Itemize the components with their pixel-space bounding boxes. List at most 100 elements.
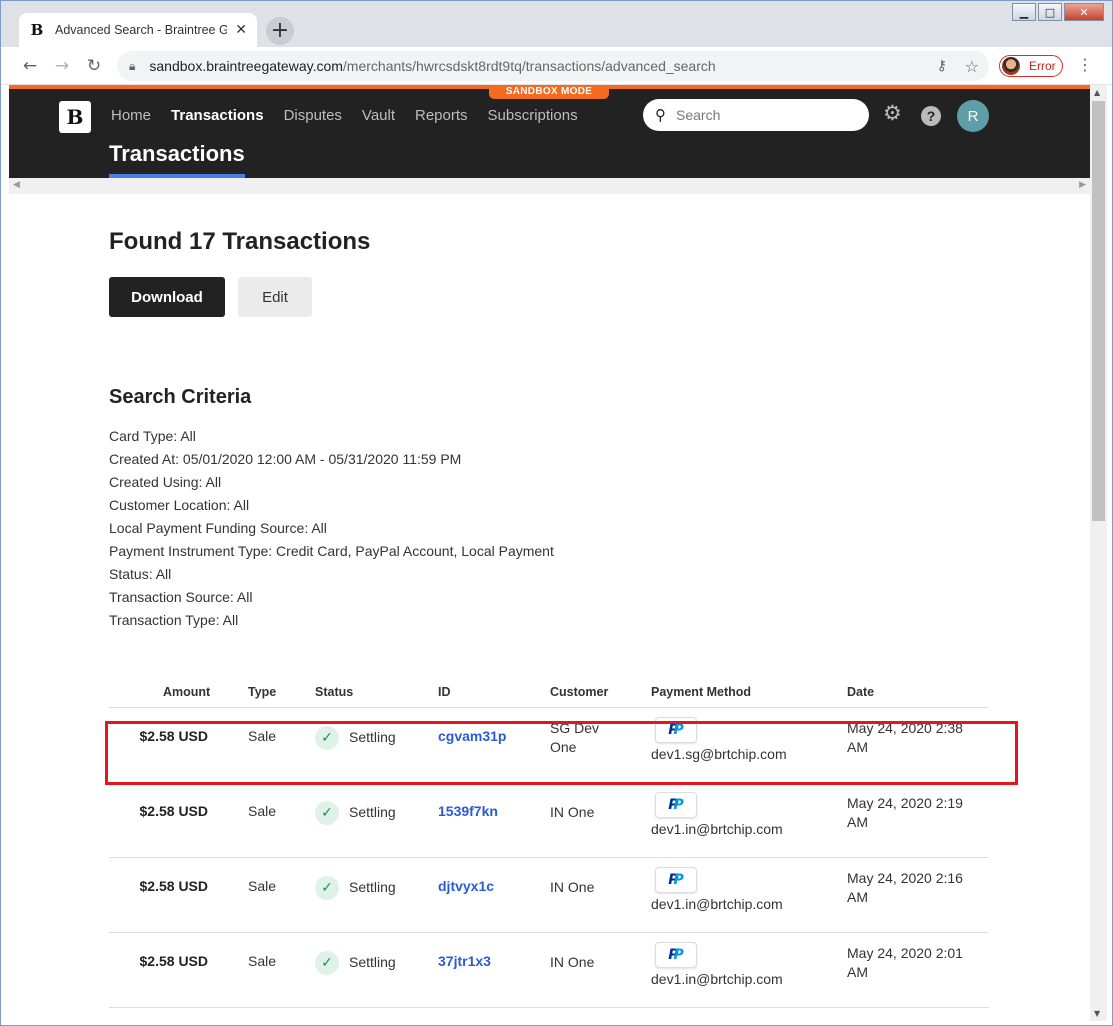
customer-cell: IN One [550, 879, 595, 895]
criteria-item: Card Type: All [109, 428, 196, 444]
scroll-right-icon[interactable]: ▶ [1079, 180, 1086, 190]
criteria-item: Transaction Type: All [109, 612, 239, 628]
criteria-item: Customer Location: All [109, 497, 250, 513]
browser-menu-icon[interactable]: ⋮ [1077, 55, 1093, 74]
payment-email: dev1.in@brtchip.com [651, 971, 783, 987]
check-icon: ✓ [315, 801, 339, 825]
avatar[interactable]: R [957, 100, 989, 132]
payment-email: dev1.sg@brtchip.com [651, 746, 787, 762]
new-tab-button[interactable]: + [266, 17, 294, 45]
edit-button[interactable]: Edit [238, 277, 312, 317]
paypal-icon: PP [655, 717, 697, 743]
header-type[interactable]: Type [248, 685, 276, 699]
url-path: /merchants/hwrcsdskt8rdt9tq/transactions… [342, 58, 716, 74]
criteria-item: Transaction Source: All [109, 589, 253, 605]
top-navigation: Home Transactions Disputes Vault Reports… [111, 107, 578, 124]
browser-window: B Advanced Search - Braintree Gateway ✕ … [0, 0, 1113, 1026]
table-header: Amount Type Status ID Customer Payment M… [109, 674, 989, 708]
criteria-item: Created At: 05/01/2020 12:00 AM - 05/31/… [109, 451, 462, 467]
paypal-icon: PP [655, 867, 697, 893]
header-amount[interactable]: Amount [163, 685, 210, 699]
transaction-id-link[interactable]: 37jtr1x3 [438, 953, 491, 969]
transactions-table: Amount Type Status ID Customer Payment M… [109, 674, 989, 1008]
status-cell: Settling [349, 879, 396, 895]
address-bar[interactable]: 🔒︎ sandbox.braintreegateway.com/merchant… [117, 51, 989, 81]
app-header: SANDBOX MODE B Home Transactions Dispute… [9, 85, 1090, 178]
horizontal-scrollbar[interactable]: ◀ ▶ [9, 178, 1090, 194]
criteria-item: Created Using: All [109, 474, 222, 490]
search-icon: ⚲ [655, 106, 666, 124]
profile-error-label: Error [1029, 59, 1056, 73]
results-heading: Found 17 Transactions [109, 228, 371, 255]
transaction-id-link[interactable]: cgvam31p [438, 728, 506, 744]
table-row[interactable]: $2.58 USD Sale ✓ Settling djtvyx1c IN On… [109, 858, 989, 933]
check-icon: ✓ [315, 951, 339, 975]
browser-tab[interactable]: B Advanced Search - Braintree Gateway ✕ [19, 13, 257, 47]
window-controls: ▁ □ ✕ [1012, 3, 1104, 21]
key-icon[interactable]: ⚷ [937, 58, 947, 74]
transaction-id-link[interactable]: djtvyx1c [438, 878, 494, 894]
header-status[interactable]: Status [315, 685, 353, 699]
nav-home[interactable]: Home [111, 107, 151, 124]
scrollbar-thumb[interactable] [1092, 101, 1105, 521]
date-cell: May 24, 2020 2:19 AM [847, 795, 963, 830]
url-host: sandbox.braintreegateway.com [149, 58, 343, 74]
main-content: Found 17 Transactions Download Edit Sear… [9, 194, 1090, 1021]
tab-strip: B Advanced Search - Braintree Gateway ✕ … [1, 1, 1112, 47]
close-window-button[interactable]: ✕ [1064, 3, 1104, 21]
bookmark-star-icon[interactable]: ☆ [965, 57, 979, 76]
gear-icon[interactable]: ⚙ [883, 103, 902, 124]
amount-cell: $2.58 USD [139, 878, 208, 894]
status-cell: Settling [349, 954, 396, 970]
table-row[interactable]: $2.58 USD Sale ✓ Settling 1539f7kn IN On… [109, 783, 989, 858]
scroll-up-icon[interactable]: ▲ [1094, 88, 1100, 97]
paypal-icon: PP [655, 942, 697, 968]
search-input[interactable] [676, 107, 846, 123]
minimize-button[interactable]: ▁ [1012, 3, 1036, 21]
transaction-id-link[interactable]: 1539f7kn [438, 803, 498, 819]
forward-arrow-icon[interactable]: → [51, 55, 73, 77]
tab-close-icon[interactable]: ✕ [235, 22, 247, 38]
table-row[interactable]: $2.58 USD Sale ✓ Settling cgvam31p SG De… [109, 708, 989, 783]
nav-reports[interactable]: Reports [415, 107, 468, 124]
scroll-left-icon[interactable]: ◀ [13, 180, 20, 190]
search-criteria-list: Card Type: All Created At: 05/01/2020 12… [109, 426, 554, 633]
header-id[interactable]: ID [438, 685, 451, 699]
customer-cell: IN One [550, 954, 595, 970]
profile-button[interactable]: Error [999, 55, 1063, 77]
header-customer[interactable]: Customer [550, 685, 608, 699]
scroll-down-icon[interactable]: ▼ [1094, 1009, 1100, 1018]
paypal-icon: PP [655, 792, 697, 818]
nav-subscriptions[interactable]: Subscriptions [488, 107, 578, 124]
table-row[interactable]: $2.58 USD Sale ✓ Settling 37jtr1x3 IN On… [109, 933, 989, 1008]
date-cell: May 24, 2020 2:38 AM [847, 720, 963, 755]
search-criteria-title: Search Criteria [109, 386, 252, 408]
criteria-item: Status: All [109, 566, 172, 582]
type-cell: Sale [248, 728, 277, 744]
nav-disputes[interactable]: Disputes [284, 107, 342, 124]
criteria-item: Local Payment Funding Source: All [109, 520, 327, 536]
vertical-scrollbar[interactable]: ▲ ▼ [1090, 85, 1107, 1021]
nav-transactions[interactable]: Transactions [171, 107, 264, 124]
nav-vault[interactable]: Vault [362, 107, 395, 124]
type-cell: Sale [248, 803, 277, 819]
app-search-box: ⚲ [643, 99, 869, 131]
status-cell: Settling [349, 729, 396, 745]
back-arrow-icon[interactable]: ← [19, 55, 41, 77]
header-date[interactable]: Date [847, 685, 874, 699]
reload-icon[interactable]: ↻ [83, 55, 105, 77]
help-icon[interactable]: ? [921, 106, 941, 126]
type-cell: Sale [248, 953, 277, 969]
check-icon: ✓ [315, 876, 339, 900]
page-title: Transactions [109, 141, 245, 178]
status-cell: Settling [349, 804, 396, 820]
header-payment-method[interactable]: Payment Method [651, 685, 751, 699]
url-text: sandbox.braintreegateway.com/merchants/h… [149, 58, 715, 74]
lock-icon: 🔒︎ [129, 58, 136, 73]
amount-cell: $2.58 USD [139, 728, 208, 744]
braintree-logo[interactable]: B [59, 101, 91, 133]
maximize-button[interactable]: □ [1038, 3, 1062, 21]
download-button[interactable]: Download [109, 277, 225, 317]
customer-cell: SG Dev One [550, 720, 600, 755]
customer-cell: IN One [550, 804, 595, 820]
